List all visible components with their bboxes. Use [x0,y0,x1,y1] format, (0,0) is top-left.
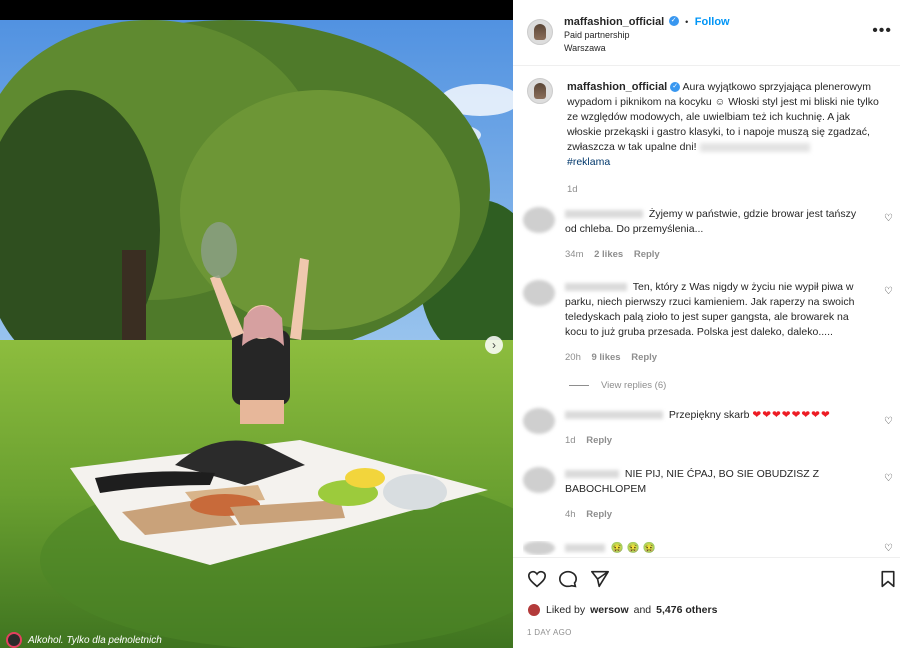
photo-top-bar [0,0,513,20]
reply-button[interactable]: Reply [586,435,612,446]
like-heart-icon[interactable] [527,570,547,588]
liked-by-line: Liked by wersow and 5,476 others [527,603,717,617]
commenter-avatar[interactable] [523,408,555,434]
comment-text: Przepiękny skarb [668,409,750,421]
save-bookmark-icon[interactable] [880,570,896,588]
caption-avatar-icon [6,632,22,648]
liked-by-username[interactable]: wersow [590,604,629,616]
photo-caption-text: Alkohol. Tylko dla pełnoletnich [28,634,162,646]
liked-by-prefix: Liked by [546,604,586,616]
author-avatar[interactable] [527,19,553,45]
reply-button[interactable]: Reply [586,509,612,520]
reply-button[interactable]: Reply [631,352,657,363]
likes-count[interactable]: 5,476 others [656,604,717,616]
comment-time[interactable]: 1d [565,435,576,446]
comment-body: 🤢 🤢 🤢 [565,541,865,555]
liked-by-and: and [633,604,652,616]
paid-partnership-label[interactable]: Paid partnership [564,30,630,40]
view-replies-button[interactable]: View replies (6) [569,380,666,391]
comment-body: Ten, który z Was nigdy w życiu nie wypił… [565,280,865,365]
comment-time[interactable]: 34m [565,249,583,260]
post-side-panel: maffashion_official ✓ • Follow Paid part… [513,0,900,648]
commenter-avatar[interactable] [523,467,555,493]
commenter-avatar[interactable] [523,541,555,555]
picnic-scene-illustration [0,0,513,648]
commenter-username-blurred[interactable] [565,470,619,479]
verified-badge-icon: ✓ [668,15,679,26]
like-comment-heart-icon[interactable]: ♡ [884,286,893,297]
view-replies-label[interactable]: View replies (6) [601,380,666,391]
liker-avatar[interactable] [527,603,541,617]
like-comment-heart-icon[interactable]: ♡ [884,416,893,427]
comment-item-partial: 🤢 🤢 🤢 ♡ [523,541,893,555]
commenter-username-blurred[interactable] [565,210,643,219]
hashtag-link[interactable]: #reklama [567,156,610,168]
like-comment-heart-icon[interactable]: ♡ [884,473,893,484]
comment-likes[interactable]: 9 likes [592,352,621,363]
next-image-chevron-icon[interactable]: › [485,336,503,354]
like-comment-heart-icon[interactable]: ♡ [884,213,893,224]
caption-text-block: maffashion_official ✓ Aura wyjątkowo spr… [567,80,887,197]
caption-author-username[interactable]: maffashion_official [567,81,667,93]
caption-author-avatar[interactable] [527,78,553,104]
commenter-username-blurred[interactable] [565,283,627,292]
post-actions: Liked by wersow and 5,476 others 1 DAY A… [513,557,900,648]
post-photo[interactable]: › Alkohol. Tylko dla pełnoletnich [0,0,513,648]
photo-caption-bar: Alkohol. Tylko dla pełnoletnich [0,632,513,648]
commenter-username-blurred[interactable] [565,544,605,553]
commenter-avatar[interactable] [523,280,555,306]
author-line: maffashion_official ✓ • Follow [564,15,730,28]
location-label[interactable]: Warszawa [564,43,606,53]
commenter-username-blurred[interactable] [565,411,663,420]
commenter-avatar[interactable] [523,207,555,233]
comment-body: Przepiękny skarb ❤❤❤❤❤❤❤❤ 1d Reply [565,408,885,448]
comment-likes[interactable]: 2 likes [594,249,623,260]
comment-time[interactable]: 4h [565,509,576,520]
follow-button[interactable]: Follow [695,16,730,28]
blurred-mention [699,142,810,152]
share-paper-plane-icon[interactable] [590,570,610,588]
caption-timestamp[interactable]: 1d [567,182,887,197]
sick-face-emojis: 🤢 🤢 🤢 [610,542,656,554]
comment-bubble-icon[interactable] [558,570,578,588]
comment-time[interactable]: 20h [565,352,581,363]
author-username[interactable]: maffashion_official [564,16,664,28]
post-header: maffashion_official ✓ • Follow Paid part… [513,0,900,66]
heart-emojis: ❤❤❤❤❤❤❤❤ [752,409,831,421]
post-date[interactable]: 1 DAY AGO [527,628,572,637]
comment-body: Żyjemy w państwie, gdzie browar jest tań… [565,207,865,262]
comment-meta: 1d Reply [565,433,885,448]
comment-meta: 4h Reply [565,507,865,522]
comment-meta: 20h 9 likes Reply [565,350,865,365]
comment-meta: 34m 2 likes Reply [565,247,865,262]
like-comment-heart-icon[interactable]: ♡ [884,543,893,554]
verified-badge-icon: ✓ [670,82,681,93]
instagram-post-view: › Alkohol. Tylko dla pełnoletnich maffas… [0,0,900,648]
reply-button[interactable]: Reply [634,249,660,260]
comment-body: NIE PIJ, NIE ĆPAJ, BO SIE OBUDZISZ Z BAB… [565,467,865,522]
more-options-icon[interactable]: ••• [872,22,892,40]
replies-divider [569,384,589,386]
